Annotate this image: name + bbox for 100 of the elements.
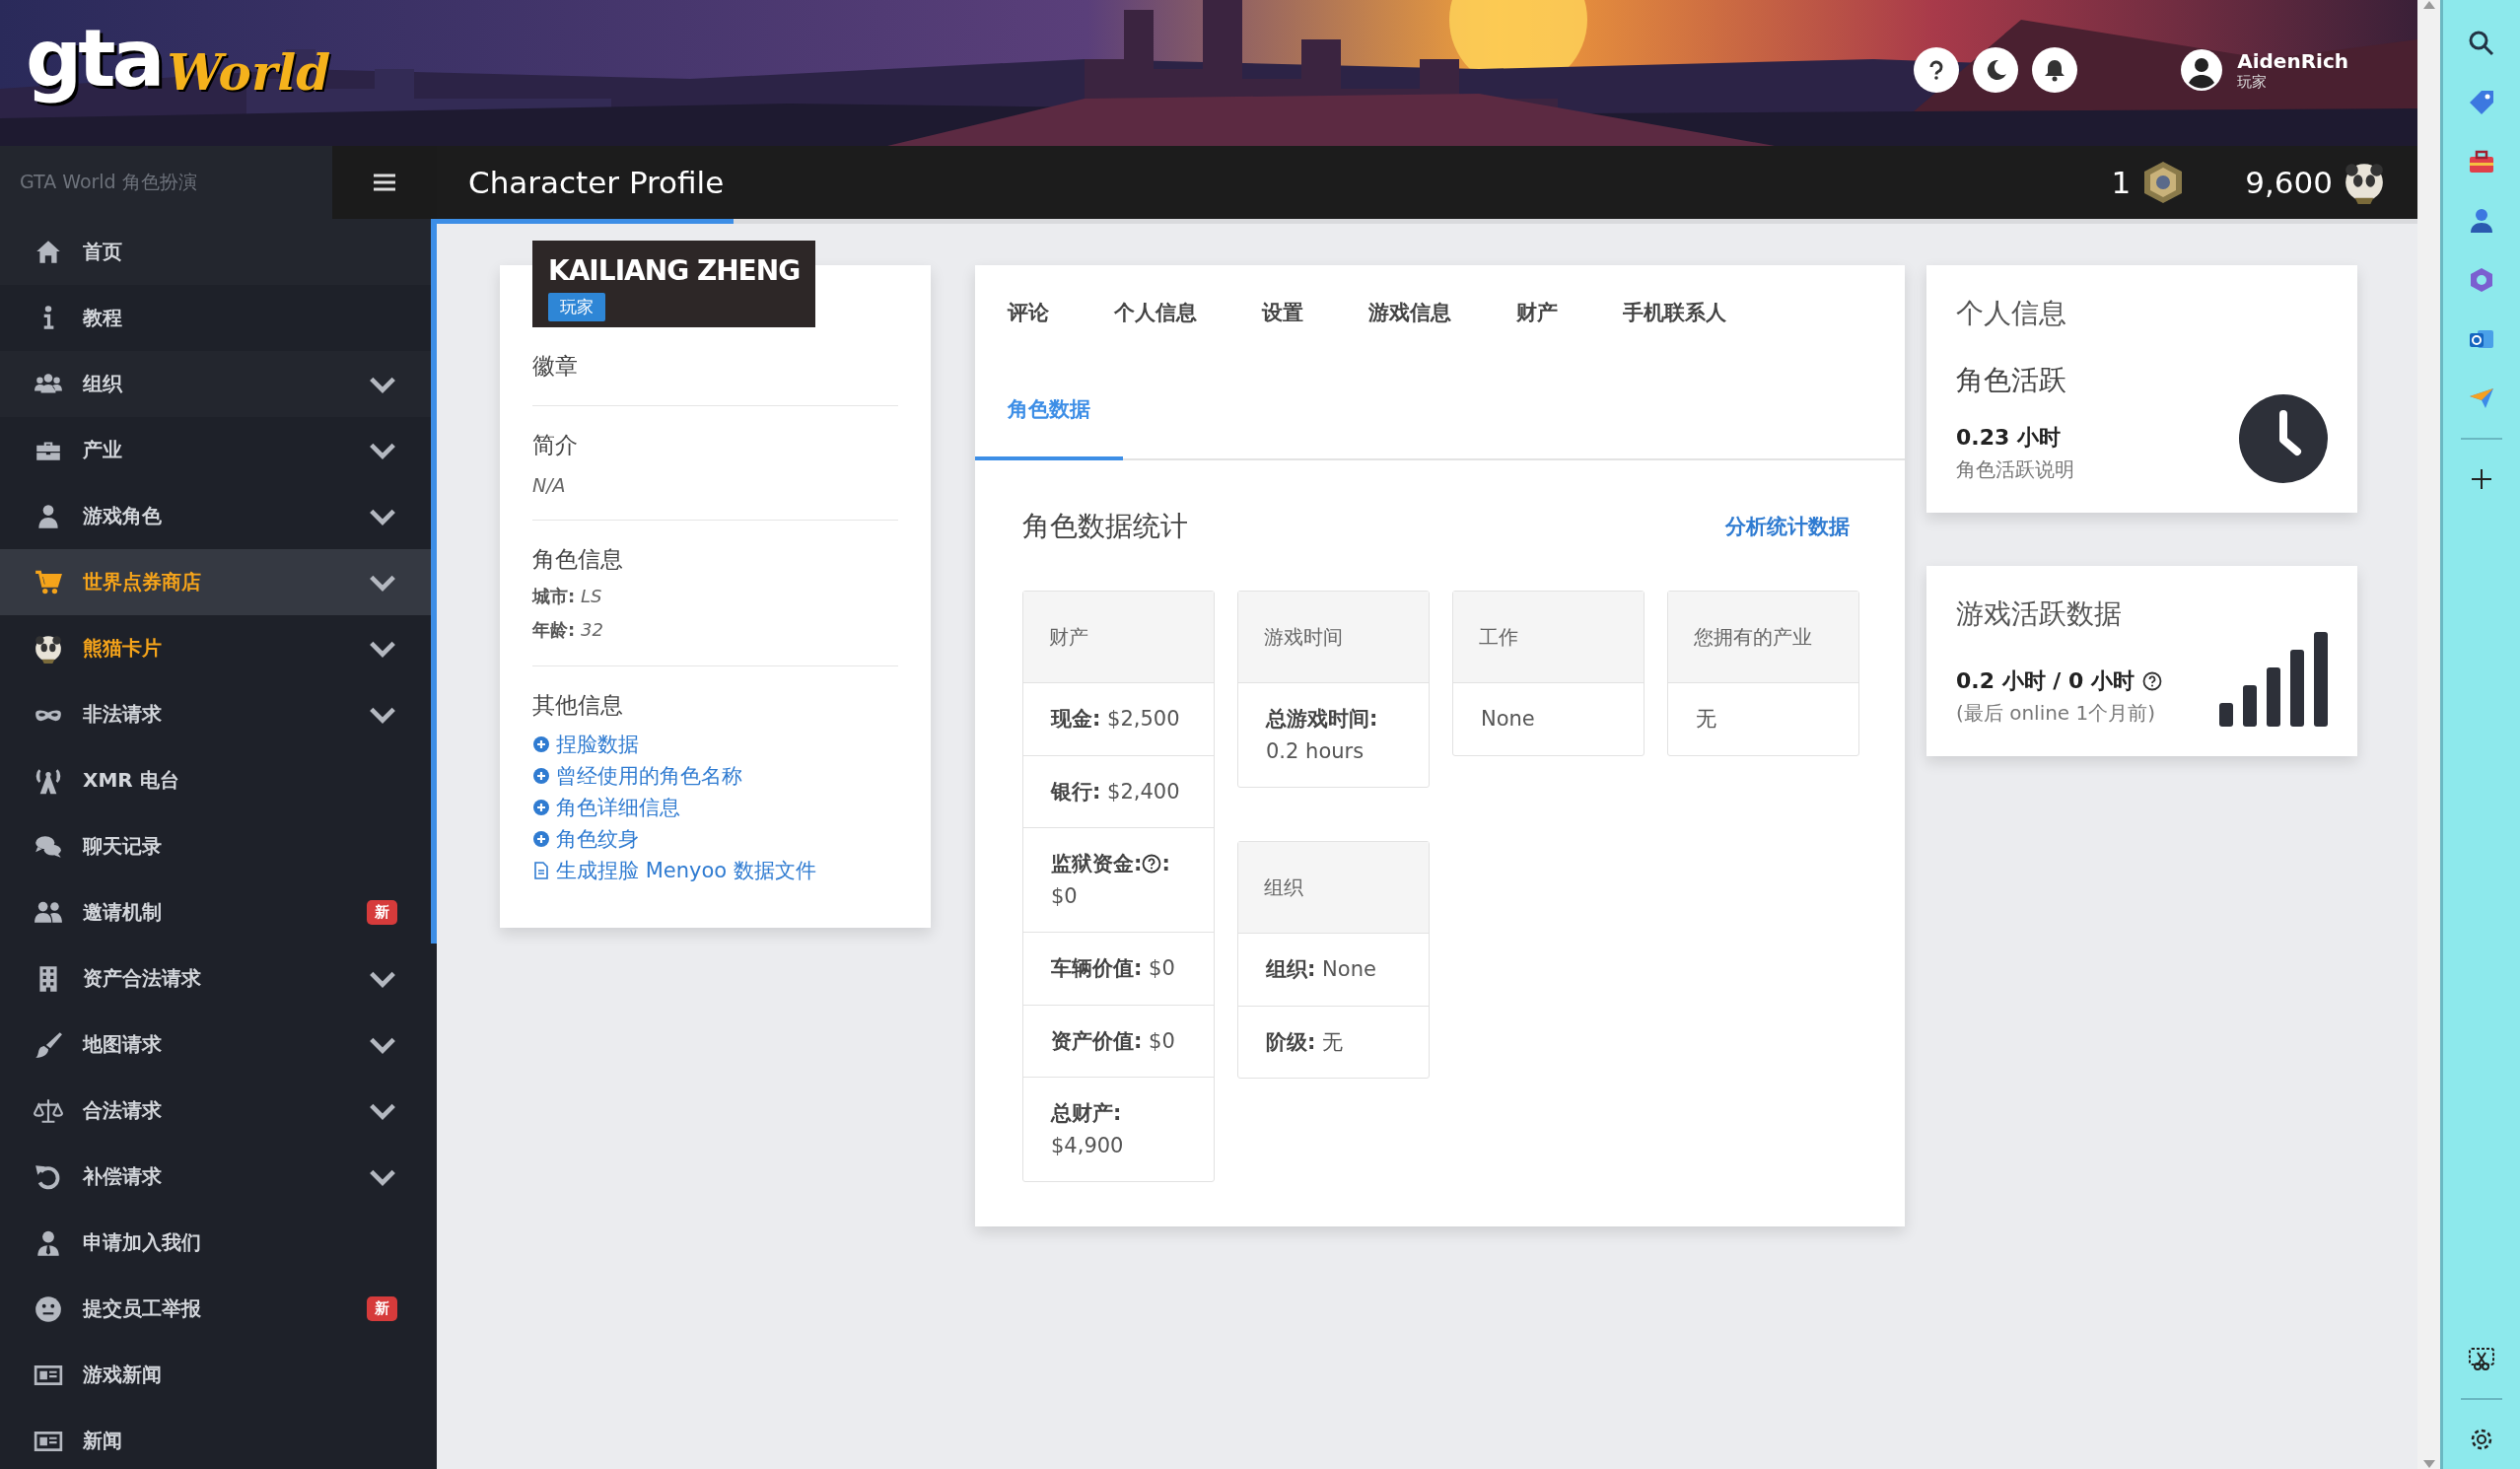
stat-row: 资产价值: $0 (1023, 1005, 1214, 1079)
face-icon (34, 1294, 63, 1324)
sidebar-item[interactable]: 聊天记录 (0, 813, 431, 879)
sidebar-item[interactable]: 提交员工举报 新 (0, 1276, 431, 1342)
stat-row: 组织: None (1238, 934, 1429, 1007)
sidebar-label: 产业 (83, 437, 123, 463)
person-icon[interactable] (2468, 207, 2495, 235)
sidebar-label: 游戏新闻 (83, 1362, 163, 1388)
activity-note: (最后 online 1个月前) (1956, 700, 2157, 727)
stats-title: 角色数据统计 (1022, 509, 1188, 544)
info-link[interactable]: 捏脸数据 (532, 731, 898, 758)
tab[interactable]: 评论 (975, 265, 1082, 364)
new-badge: 新 (367, 1296, 397, 1321)
sidebar-label: 地图请求 (83, 1031, 163, 1058)
panda-icon (34, 633, 63, 664)
sidebar-item[interactable]: 补偿请求 (0, 1144, 431, 1210)
sidebar-item[interactable]: 产业 (0, 417, 431, 483)
card-title: 游戏活跃数据 (1956, 596, 2123, 632)
sidebar-label: 提交员工举报 (83, 1295, 202, 1322)
activity-note: 角色活跃说明 (1956, 456, 2075, 483)
plus-circle-icon (532, 799, 550, 816)
counter-value: 1 (2111, 165, 2132, 200)
user-role: 玩家 (2237, 72, 2269, 92)
sidebar-label: 邀请机制 (83, 899, 163, 926)
menu-icon (374, 174, 395, 191)
sidebar-label: 教程 (83, 305, 123, 331)
user-name: AidenRich (2237, 48, 2348, 73)
brush-icon (34, 1029, 63, 1060)
stat-row-text: None (1480, 706, 1536, 733)
info-link[interactable]: 曾经使用的角色名称 (532, 762, 898, 790)
brand-name: GTA World 角色扮演 (0, 146, 332, 219)
tab[interactable]: 财产 (1484, 265, 1590, 364)
sidebar-label: 合法请求 (83, 1097, 163, 1124)
sidebar-item[interactable]: 熊猫卡片 (0, 615, 431, 681)
sidebar-label: 聊天记录 (83, 833, 163, 860)
screenshot-icon[interactable] (2468, 1345, 2495, 1372)
sidebar-item[interactable]: 首页 (0, 219, 431, 285)
new-badge: 新 (367, 900, 397, 925)
sidebar-item[interactable]: 地图请求 (0, 1012, 431, 1078)
sidebar-label: 游戏角色 (83, 503, 163, 529)
file-icon (532, 862, 550, 879)
stat-header: 游戏时间 (1238, 592, 1429, 683)
sidebar-label: 非法请求 (83, 701, 163, 728)
info-link[interactable]: 角色纹身 (532, 825, 898, 853)
sidebar-item[interactable]: 非法请求 (0, 681, 431, 747)
sidebar-item[interactable]: 邀请机制 新 (0, 879, 431, 945)
analytics-link[interactable]: 分析统计数据 (1725, 513, 1850, 540)
toolbox-icon[interactable] (2468, 148, 2495, 175)
bar-chart-icon (2219, 632, 2328, 727)
role-badge: 玩家 (548, 293, 605, 321)
sidebar-item[interactable]: 资产合法请求 (0, 945, 431, 1012)
stat-row: 车辆价值: $0 (1023, 933, 1214, 1006)
section-title: 角色信息 (532, 545, 624, 574)
sidebar-item[interactable]: 世界点券商店 (0, 549, 431, 615)
sidebar-label: 熊猫卡片 (83, 635, 163, 662)
sidebar-item[interactable]: 新闻 (0, 1408, 431, 1469)
stat-header: 组织 (1238, 842, 1429, 935)
info-field: 年龄: 32 (532, 618, 898, 642)
sidebar-item[interactable]: 合法请求 (0, 1078, 431, 1144)
plus-circle-icon (532, 735, 550, 753)
sidebar-item[interactable]: 组织 (0, 351, 431, 417)
sidebar-label: 补偿请求 (83, 1163, 163, 1190)
sidebar-item[interactable]: XMR 电台 (0, 747, 431, 813)
sidebar-item[interactable]: 教程 (0, 285, 431, 351)
tab[interactable]: 个人信息 (1082, 265, 1229, 364)
sidebar-label: 资产合法请求 (83, 965, 202, 992)
sidebar-label: 首页 (83, 239, 123, 265)
section-title: 简介 (532, 431, 579, 459)
scrollbar-thumb[interactable] (431, 219, 437, 944)
stat-row: 现金: $2,500 (1023, 683, 1214, 756)
plus-circle-icon (532, 767, 550, 785)
bell-icon (2044, 58, 2066, 82)
stat-header: 您拥有的产业 (1668, 592, 1858, 683)
logo: gtaWorld (25, 12, 332, 106)
stat-header: 工作 (1453, 592, 1644, 683)
search-icon[interactable] (2468, 30, 2495, 57)
help-icon[interactable] (2141, 671, 2162, 691)
sidebar-item[interactable]: 游戏新闻 (0, 1342, 431, 1408)
stat-row: 银行: $2,400 (1023, 755, 1214, 829)
tab[interactable]: 手机联系人 (1590, 265, 1759, 364)
sidebar-label: XMR 电台 (83, 767, 180, 794)
sidebar-label: 新闻 (83, 1428, 123, 1454)
tag-icon[interactable] (2468, 89, 2495, 116)
section-title: 徽章 (532, 352, 579, 381)
panda-icon (2343, 161, 2386, 204)
sidebar-item[interactable]: 游戏角色 (0, 483, 431, 549)
tab[interactable]: 游戏信息 (1336, 265, 1484, 364)
user-avatar-icon[interactable] (2180, 48, 2224, 92)
tab[interactable]: 设置 (1229, 265, 1336, 364)
info-link[interactable]: 角色详细信息 (532, 794, 898, 821)
sidebar-item[interactable]: 申请加入我们 (0, 1210, 431, 1276)
hexagon-icon[interactable] (2468, 266, 2495, 294)
bio-text: N/A (532, 474, 567, 496)
plus-circle-icon (532, 830, 550, 848)
stat-row-text: 总财产: $4,900 (1049, 1100, 1125, 1159)
activity-value: 0.23 小时 (1956, 424, 2062, 452)
stat-header: 财产 (1023, 592, 1214, 683)
help-icon[interactable] (1142, 854, 1162, 874)
info-link[interactable]: 生成捏脸 Menyoo 数据文件 (532, 857, 898, 884)
stat-row-text: 无 (1695, 706, 1717, 733)
